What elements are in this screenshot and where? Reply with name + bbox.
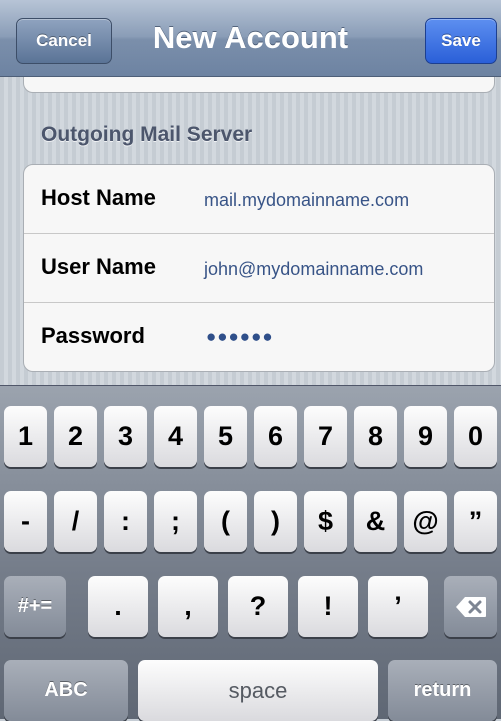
- key-at[interactable]: @: [404, 491, 447, 552]
- outgoing-server-group: Host Name mail.mydomainname.com User Nam…: [23, 164, 495, 372]
- key-question[interactable]: ?: [228, 576, 288, 637]
- key-open-paren[interactable]: (: [204, 491, 247, 552]
- user-name-label: User Name: [41, 254, 156, 279]
- delete-key[interactable]: [444, 576, 497, 637]
- host-name-label: Host Name: [41, 185, 156, 210]
- key-0[interactable]: 0: [454, 406, 497, 467]
- key-7[interactable]: 7: [304, 406, 347, 467]
- backspace-icon: [455, 596, 486, 617]
- user-name-field[interactable]: john@mydomainname.com: [204, 259, 423, 280]
- password-field[interactable]: ●●●●●●: [206, 327, 274, 347]
- key-period[interactable]: .: [88, 576, 148, 637]
- numeric-keyboard: 1 2 3 4 5 6 7 8 9 0 - / : ; ( ) $ & @ ” …: [0, 385, 501, 721]
- key-abc[interactable]: ABC: [4, 660, 128, 721]
- password-row[interactable]: Password ●●●●●●: [24, 303, 494, 371]
- key-hyphen[interactable]: -: [4, 491, 47, 552]
- key-comma[interactable]: ,: [158, 576, 218, 637]
- previous-group-bottom: [23, 77, 495, 93]
- password-label: Password: [41, 323, 145, 348]
- key-semicolon[interactable]: ;: [154, 491, 197, 552]
- key-2[interactable]: 2: [54, 406, 97, 467]
- key-apostrophe[interactable]: ’: [368, 576, 428, 637]
- return-key[interactable]: return: [388, 660, 497, 721]
- key-9[interactable]: 9: [404, 406, 447, 467]
- navigation-bar: Cancel New Account Save: [0, 0, 501, 77]
- key-6[interactable]: 6: [254, 406, 297, 467]
- host-name-field[interactable]: mail.mydomainname.com: [204, 190, 409, 211]
- key-3[interactable]: 3: [104, 406, 147, 467]
- key-8[interactable]: 8: [354, 406, 397, 467]
- key-5[interactable]: 5: [204, 406, 247, 467]
- key-ampersand[interactable]: &: [354, 491, 397, 552]
- settings-scroll-area[interactable]: Outgoing Mail Server Host Name mail.mydo…: [0, 77, 501, 385]
- key-symbols[interactable]: #+=: [4, 576, 66, 637]
- key-quote[interactable]: ”: [454, 491, 497, 552]
- user-name-row[interactable]: User Name john@mydomainname.com: [24, 234, 494, 302]
- key-exclamation[interactable]: !: [298, 576, 358, 637]
- key-colon[interactable]: :: [104, 491, 147, 552]
- key-1[interactable]: 1: [4, 406, 47, 467]
- space-key[interactable]: space: [138, 660, 378, 721]
- cancel-button[interactable]: Cancel: [16, 18, 112, 64]
- section-header-outgoing: Outgoing Mail Server: [41, 123, 253, 146]
- key-4[interactable]: 4: [154, 406, 197, 467]
- key-slash[interactable]: /: [54, 491, 97, 552]
- host-name-row[interactable]: Host Name mail.mydomainname.com: [24, 165, 494, 233]
- key-dollar[interactable]: $: [304, 491, 347, 552]
- save-button[interactable]: Save: [425, 18, 497, 64]
- key-close-paren[interactable]: ): [254, 491, 297, 552]
